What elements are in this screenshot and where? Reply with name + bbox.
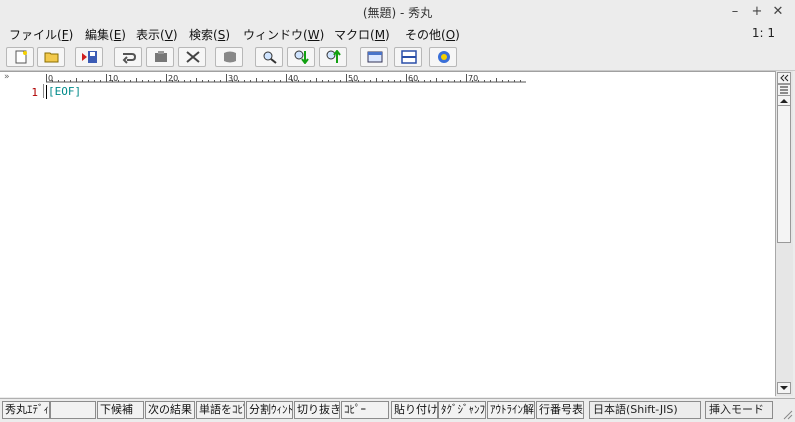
search-up-icon [326,50,341,63]
scroll-down-button[interactable] [777,382,791,394]
vertical-scrollbar[interactable] [775,71,793,396]
search-icon [263,51,277,64]
line-number: 1 [31,86,38,99]
fkey-f2[interactable] [50,401,96,419]
ruler-label: 70 [468,74,478,83]
menu-search[interactable]: 検索(S) [189,26,230,43]
menu-window[interactable]: ウィンドウ(W) [243,26,324,43]
save-icon [82,51,97,63]
open-folder-icon [44,52,59,63]
menu-edit-suffix: ) [121,28,126,42]
menu-macro-label: マクロ( [334,28,375,42]
close-button[interactable]: ✕ [769,3,787,21]
ruler-label: 30 [228,74,238,83]
menu-other-label: その他( [405,28,446,42]
search-up-button[interactable] [319,47,347,67]
split-window-button[interactable] [394,47,422,67]
menu-search-label: 検索( [189,28,218,42]
menu-view-key: V [164,28,173,42]
search-down-icon [294,50,309,64]
fkey-f12[interactable]: 行番号表 [536,401,584,419]
fkey-f5[interactable]: 単語をｺﾋﾟ [196,401,245,419]
paste-button[interactable] [146,47,174,67]
resize-grip-icon[interactable] [781,408,793,420]
title-bar: (無題) - 秀丸 – + ✕ [0,0,795,24]
menu-view[interactable]: 表示(V) [136,26,178,43]
fkey-f8[interactable]: ｺﾋﾟｰ [341,401,389,419]
text-caret [46,85,47,99]
new-file-icon [15,50,27,64]
split-lines-icon [780,86,788,94]
menu-macro-key: M [374,28,386,42]
ruler-label: 0 [48,74,53,83]
ruler-label: 50 [348,74,358,83]
menu-file-label: ファイル( [9,28,62,42]
search-down-button[interactable] [287,47,315,67]
fkey-f4[interactable]: 次の結果 [145,401,195,419]
column-ruler: 0 10 20 30 40 50 60 70 [46,74,526,83]
copy-icon [224,51,236,63]
fkey-f1[interactable]: 秀丸ｴﾃﾞｨ [2,401,50,419]
maximize-button[interactable]: + [748,3,766,21]
window-list-icon [367,51,383,63]
paste-icon [155,51,167,62]
save-button[interactable] [75,47,103,67]
menu-other[interactable]: その他(O) [405,26,460,43]
new-file-button[interactable] [6,47,34,67]
menu-bar: ファイル(F) 編集(E) 表示(V) 検索(S) ウィンドウ(W) マクロ(M… [0,24,795,44]
fkey-f6[interactable]: 分割ｳｨﾝﾄﾞ [246,401,293,419]
fkey-f10[interactable]: ﾀｸﾞｼﾞｬﾝﾌﾟ [438,401,486,419]
split-window-icon [401,50,417,64]
menu-other-key: O [445,28,456,42]
search-button[interactable] [255,47,283,67]
cut-icon [186,51,200,63]
help-button[interactable] [429,47,457,67]
arrow-down-icon [780,386,788,390]
open-file-button[interactable] [37,47,65,67]
cut-button[interactable] [178,47,206,67]
input-mode-status[interactable]: 挿入モード [705,401,773,419]
menu-macro-suffix: ) [385,28,390,42]
menu-view-suffix: ) [172,28,178,42]
menu-view-label: 表示( [136,28,165,42]
eof-marker: [EOF] [48,85,82,98]
cursor-position: 1: 1 [751,26,775,40]
status-bar: 秀丸ｴﾃﾞｨ 下候補 次の結果 単語をｺﾋﾟ 分割ｳｨﾝﾄﾞ 切り抜き ｺﾋﾟｰ… [0,398,795,422]
copy-button[interactable] [215,47,243,67]
menu-edit-label: 編集( [85,28,114,42]
ruler-expand-marker[interactable]: » [4,72,10,82]
ruler-label: 10 [108,74,118,83]
fkey-f7[interactable]: 切り抜き [294,401,340,419]
window-title: (無題) - 秀丸 [362,6,433,20]
editor-area[interactable]: » 0 10 20 30 40 50 60 70 1 [EOF] [0,71,775,397]
menu-file[interactable]: ファイル(F) [9,26,73,43]
menu-window-label: ウィンドウ( [243,28,308,42]
fkey-f3[interactable]: 下候補 [97,401,144,419]
fkey-f11[interactable]: ｱｳﾄﾗｲﾝ解 [487,401,535,419]
ruler-label: 60 [408,74,418,83]
toolbar [0,44,795,71]
menu-window-key: W [307,28,320,42]
menu-window-suffix: ) [319,28,325,42]
encoding-status[interactable]: 日本語(Shift-JIS) [589,401,701,419]
menu-macro[interactable]: マクロ(M) [334,26,390,43]
menu-file-key: F [61,28,69,42]
ruler-label: 20 [168,74,178,83]
menu-file-suffix: ) [68,28,74,42]
line-number-separator [43,84,44,98]
window-list-button[interactable] [360,47,388,67]
minimize-button[interactable]: – [726,3,744,21]
help-icon [438,51,450,63]
ruler-label: 40 [288,74,298,83]
double-chevron-left-icon [780,74,789,82]
undo-icon [122,53,137,64]
fkey-f9[interactable]: 貼り付け [391,401,438,419]
scroll-thumb[interactable] [777,105,791,243]
menu-other-suffix: ) [455,28,460,42]
undo-button[interactable] [114,47,142,67]
scroll-collapse-button[interactable] [777,72,791,84]
menu-search-suffix: ) [225,28,230,42]
menu-edit[interactable]: 編集(E) [85,26,126,43]
